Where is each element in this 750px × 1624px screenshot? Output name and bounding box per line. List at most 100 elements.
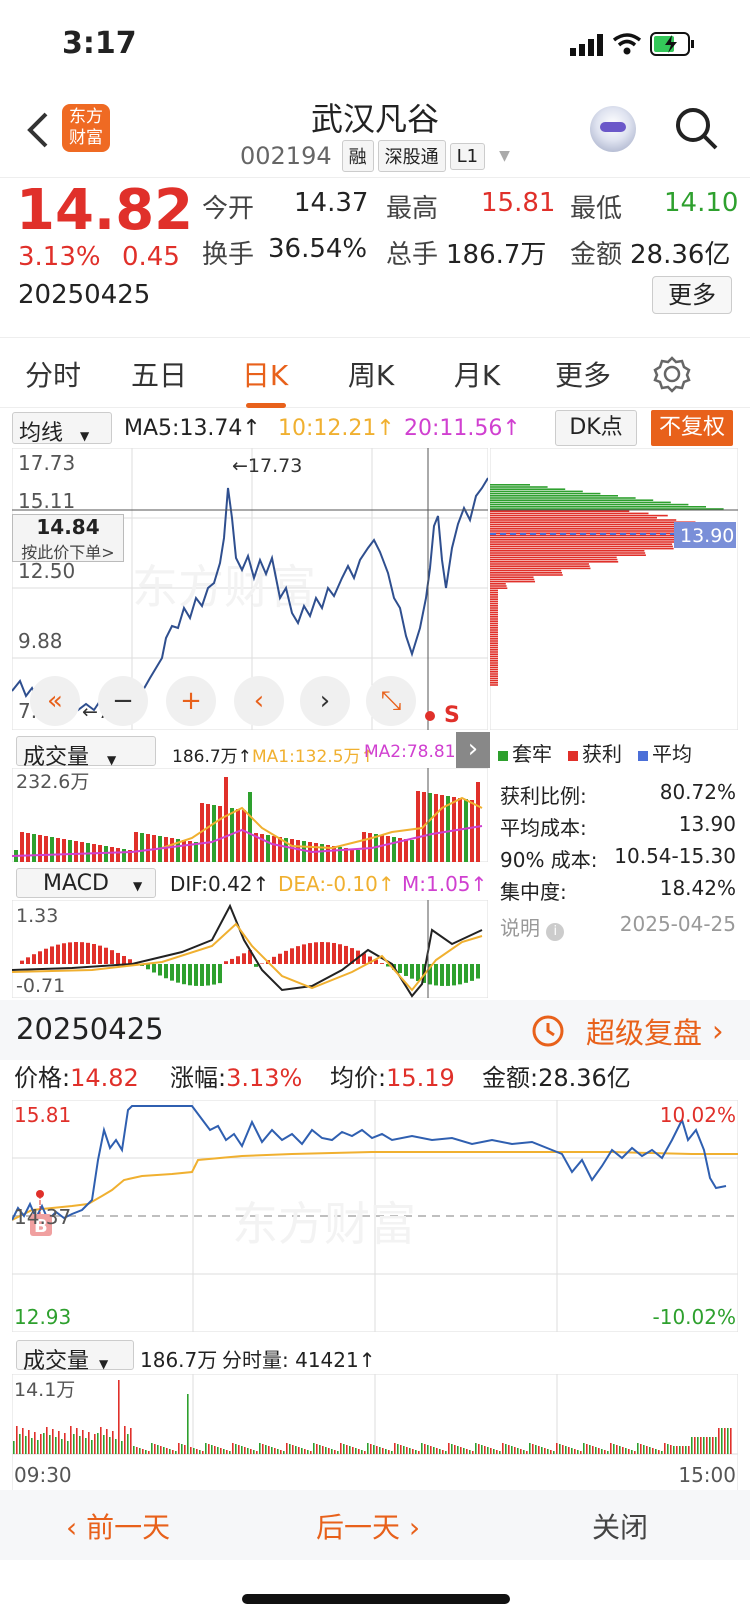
intraday-volume-bar bbox=[280, 1450, 282, 1454]
intraday-volume-bar bbox=[601, 1449, 603, 1454]
intraday-volume-bar bbox=[166, 1448, 168, 1454]
tab-five-day[interactable]: 五日 bbox=[106, 354, 212, 394]
chip-bar bbox=[490, 651, 498, 653]
intraday-volume-bar bbox=[289, 1444, 291, 1454]
dk-point-button[interactable]: DK点 bbox=[555, 410, 637, 446]
intraday-volume-bar bbox=[64, 1433, 66, 1454]
chip-bar bbox=[490, 558, 618, 561]
search-icon[interactable] bbox=[674, 106, 720, 152]
chip-bar bbox=[490, 677, 498, 680]
intraday-volume-bar bbox=[232, 1443, 234, 1454]
chip-note-row[interactable]: 说明 i 2025-04-25 bbox=[500, 912, 736, 944]
ma-select[interactable]: 均线 ▼ bbox=[12, 412, 112, 446]
intraday-volume-bar bbox=[319, 1445, 321, 1454]
intraday-volume-bar bbox=[103, 1435, 105, 1454]
intraday-volume-bar bbox=[352, 1447, 354, 1454]
macd-bar bbox=[182, 964, 186, 985]
adjust-button[interactable]: 不复权 bbox=[651, 410, 733, 446]
prev-day-button[interactable]: ‹ 前一天 bbox=[66, 1506, 170, 1546]
intraday-volume-bar bbox=[229, 1451, 231, 1454]
intraday-volume-bar bbox=[583, 1443, 585, 1454]
chip-bar bbox=[490, 569, 562, 572]
chip-bar bbox=[490, 673, 498, 675]
assistant-avatar[interactable] bbox=[590, 106, 636, 152]
macd-bar bbox=[224, 961, 228, 964]
status-time: 3:17 bbox=[62, 26, 137, 61]
tab-monthly-k[interactable]: 月K bbox=[424, 354, 530, 394]
volume-bar bbox=[134, 832, 138, 862]
expand-panel-button[interactable]: › bbox=[456, 732, 490, 768]
intraday-volume-bar bbox=[535, 1445, 537, 1454]
order-hint: 按此价下单> bbox=[21, 543, 115, 562]
fullscreen-icon[interactable]: ⤡ bbox=[366, 676, 416, 726]
intraday-volume-bar bbox=[118, 1380, 120, 1454]
more-button[interactable]: 更多 bbox=[652, 276, 732, 314]
intraday-volume-bar bbox=[415, 1450, 417, 1454]
prev-candle-icon[interactable]: ‹ bbox=[234, 676, 284, 726]
intraday-volume-bar bbox=[136, 1447, 138, 1454]
macd-bottom-label: -0.71 bbox=[16, 975, 65, 997]
stock-meta[interactable]: 002194 融 深股通 L1 ▼ bbox=[240, 140, 510, 172]
intraday-volume-bar bbox=[205, 1443, 207, 1454]
intraday-volume-select[interactable]: 成交量 ▼ bbox=[16, 1340, 134, 1374]
macd-bar bbox=[56, 944, 60, 964]
macd-bar bbox=[104, 947, 108, 964]
crosshair-price-box[interactable]: 14.84 按此价下单> bbox=[12, 514, 124, 562]
intraday-volume-bar bbox=[163, 1447, 165, 1454]
ma10-value: 10:12.21↑ bbox=[278, 416, 395, 441]
intraday-volume-bar bbox=[187, 1394, 189, 1454]
volume-bar bbox=[170, 838, 174, 862]
intraday-volume-chart: 14.1万 09:30 15:00 bbox=[12, 1374, 738, 1492]
volume-bar bbox=[386, 836, 390, 862]
tab-intraday[interactable]: 分时 bbox=[0, 354, 106, 394]
intraday-chart[interactable]: 东方财富 B 15.81 14.37 12.93 10.02% -10.02% bbox=[12, 1100, 738, 1332]
volume-bar bbox=[80, 842, 84, 862]
macd-bar bbox=[452, 964, 456, 986]
intraday-volume-bar bbox=[109, 1437, 111, 1454]
next-day-button[interactable]: 后一天 › bbox=[316, 1506, 420, 1546]
chip-bar bbox=[490, 664, 498, 666]
chip-bar bbox=[490, 517, 657, 519]
volume-bar bbox=[32, 834, 36, 862]
zoom-out-icon[interactable]: − bbox=[98, 676, 148, 726]
chip-bar bbox=[490, 624, 498, 627]
rewind-icon[interactable]: « bbox=[30, 676, 80, 726]
intraday-volume-bar bbox=[82, 1430, 84, 1454]
settings-gear-icon[interactable] bbox=[652, 354, 692, 394]
intraday-volume-bar bbox=[277, 1449, 279, 1454]
volume-bar bbox=[350, 849, 354, 862]
nav-bar: 东方 财富 武汉凡谷 002194 融 深股通 L1 ▼ bbox=[0, 88, 750, 178]
tab-weekly-k[interactable]: 周K bbox=[318, 354, 424, 394]
macd-bar bbox=[470, 964, 474, 981]
zoom-in-icon[interactable]: + bbox=[166, 676, 216, 726]
chip-bar bbox=[490, 525, 704, 528]
tab-more[interactable]: 更多 bbox=[530, 354, 636, 394]
svg-text:东方财富: 东方财富 bbox=[232, 1197, 416, 1251]
volume-bar bbox=[272, 836, 276, 862]
chip-bar bbox=[490, 655, 498, 658]
intraday-volume-bar bbox=[454, 1445, 456, 1454]
intraday-volume-bar bbox=[244, 1447, 246, 1454]
close-button[interactable]: 关闭 bbox=[592, 1506, 648, 1546]
macd-select[interactable]: MACD ▼ bbox=[16, 868, 156, 898]
intraday-volume-bar bbox=[427, 1445, 429, 1454]
intraday-volume-bar bbox=[637, 1443, 639, 1454]
intraday-volume-bar bbox=[208, 1444, 210, 1454]
macd-bar bbox=[116, 952, 120, 964]
volume-bar bbox=[248, 792, 252, 862]
super-replay-link[interactable]: 超级复盘 › bbox=[530, 1010, 724, 1052]
tab-daily-k[interactable]: 日K bbox=[212, 354, 318, 408]
volume-select[interactable]: 成交量 ▼ bbox=[16, 736, 156, 770]
chip-bar bbox=[490, 657, 498, 660]
intraday-volume-bar bbox=[52, 1429, 54, 1454]
intraday-volume-bar bbox=[172, 1450, 174, 1454]
chip-bar bbox=[490, 613, 498, 616]
intraday-volume-bar bbox=[250, 1449, 252, 1454]
chip-bar bbox=[490, 497, 636, 499]
intraday-volume-bar bbox=[418, 1451, 420, 1454]
volume-bar bbox=[434, 794, 438, 862]
next-candle-icon[interactable]: › bbox=[300, 676, 350, 726]
change-pct: 3.13% bbox=[18, 242, 101, 272]
volume-bar bbox=[164, 837, 168, 862]
intraday-volume-bar bbox=[304, 1449, 306, 1454]
